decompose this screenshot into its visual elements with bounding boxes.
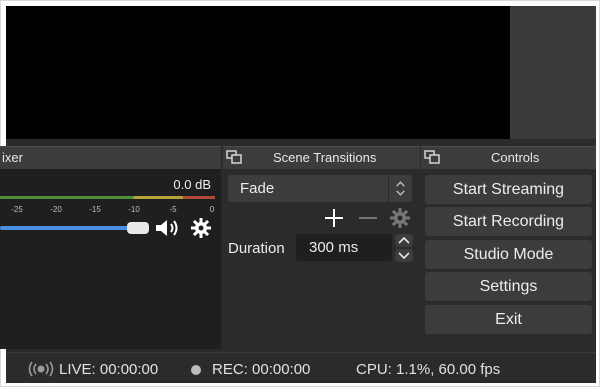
settings-button[interactable]: Settings (425, 272, 592, 301)
undock-icon[interactable] (424, 150, 440, 164)
preview-canvas[interactable] (6, 6, 510, 139)
meter-tick-label: 0 (209, 205, 215, 214)
duration-input[interactable]: 300 ms (296, 234, 392, 261)
transitions-title: Scene Transitions (273, 150, 377, 165)
minus-icon[interactable] (357, 207, 379, 229)
mixer-db-readout: 0.0 dB (173, 177, 211, 192)
meter-tick-label: -5 (169, 205, 177, 214)
volume-slider-handle[interactable] (127, 222, 149, 234)
mixer-dock-header: ixer (0, 146, 221, 169)
preview-side-area (510, 6, 596, 139)
transition-select-value: Fade (240, 180, 275, 197)
start-recording-button[interactable]: Start Recording (425, 207, 592, 236)
controls-title: Controls (491, 150, 540, 165)
live-timer: LIVE: 00:00:00 (59, 361, 159, 378)
speaker-icon[interactable] (154, 217, 182, 239)
exit-button[interactable]: Exit (425, 305, 592, 334)
duration-stepper-icon[interactable] (394, 234, 414, 262)
gear-icon[interactable] (190, 217, 212, 239)
record-icon (191, 365, 201, 375)
cpu-fps-readout: CPU: 1.1%, 60.00 fps (356, 361, 501, 378)
status-bar: LIVE: 00:00:00 REC: 00:00:00 CPU: 1.1%, … (6, 352, 596, 383)
rec-timer: REC: 00:00:00 (212, 361, 311, 378)
chevron-up-down-icon (388, 175, 405, 202)
transition-gear-icon[interactable] (389, 207, 411, 229)
meter-tick-label: -20 (50, 205, 62, 214)
audio-level-meter (0, 196, 215, 199)
duration-value: 300 ms (309, 239, 359, 256)
studio-mode-button[interactable]: Studio Mode (425, 240, 592, 269)
start-streaming-button[interactable]: Start Streaming (425, 175, 592, 204)
meter-tick-label: -15 (89, 205, 101, 214)
live-broadcast-icon (28, 361, 54, 377)
meter-tick-label: -25 (11, 205, 23, 214)
transition-select[interactable]: Fade (228, 175, 412, 202)
volume-slider-track[interactable] (0, 226, 131, 230)
audio-mixer-panel: 0.0 dB -25 -20 -15 -10 -5 0 (0, 169, 221, 349)
transitions-dock-header: Scene Transitions (223, 146, 420, 169)
duration-label: Duration (228, 240, 285, 257)
controls-dock-header: Controls (421, 146, 596, 169)
meter-tick-label: -10 (128, 205, 140, 214)
plus-icon[interactable] (323, 207, 345, 229)
undock-icon[interactable] (226, 150, 242, 164)
mixer-title: ixer (2, 150, 23, 165)
